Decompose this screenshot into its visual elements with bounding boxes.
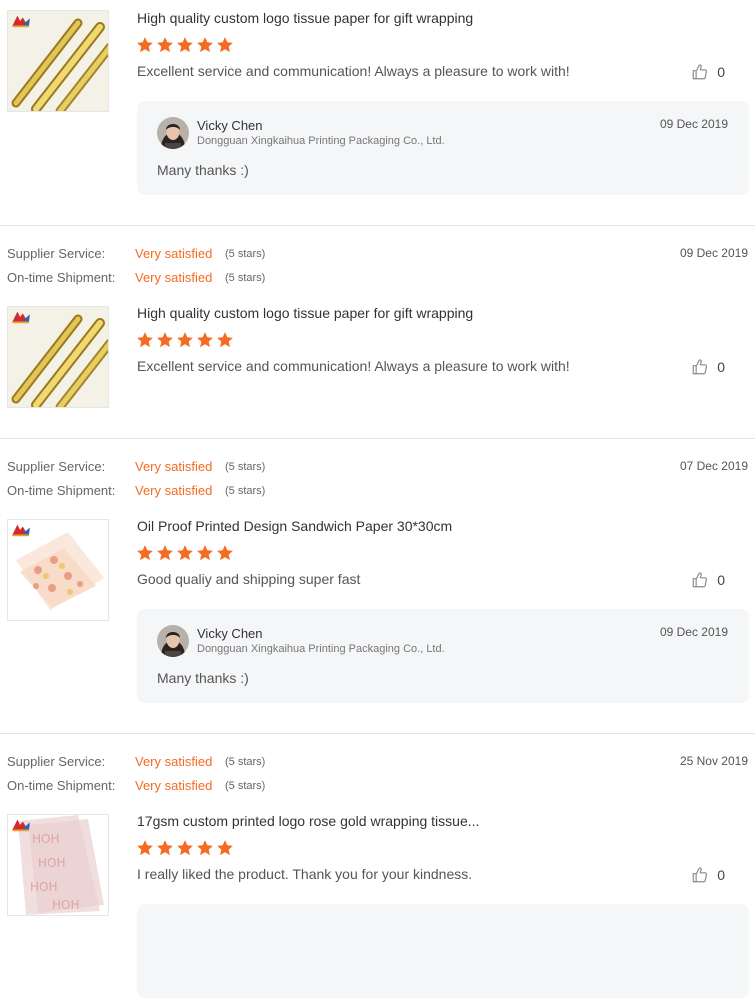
star-icon [136,839,154,857]
star-icon [216,331,234,349]
rating-label: Supplier Service: [7,459,106,474]
product-title[interactable]: Oil Proof Printed Design Sandwich Paper … [137,518,452,534]
star-icon [156,839,174,857]
supplier-logo-icon [10,522,32,538]
product-thumbnail[interactable] [7,814,109,916]
star-icon [136,36,154,54]
review-comment: Good qualiy and shipping super fast [137,571,361,587]
review-item: Supplier Service: Very satisfied (5 star… [0,244,755,439]
rating-label: On-time Shipment: [7,778,116,793]
star-icon [156,331,174,349]
rating-value: Very satisfied [135,270,213,285]
avatar [157,625,189,657]
star-icon [176,544,194,562]
supplier-logo-icon [10,13,32,29]
reply-text: Many thanks :) [157,162,249,178]
thumbs-up-icon [691,63,709,81]
thumbs-up-icon [691,866,709,884]
review-comment: Excellent service and communication! Alw… [137,63,570,79]
star-rating [136,331,234,349]
review-comment: Excellent service and communication! Alw… [137,358,570,374]
star-icon [176,36,194,54]
review-item: High quality custom logo tissue paper fo… [0,0,755,226]
star-icon [196,36,214,54]
supplier-reply [137,904,749,998]
product-title[interactable]: High quality custom logo tissue paper fo… [137,305,473,321]
reply-date: 09 Dec 2019 [659,625,728,639]
rating-value: Very satisfied [135,778,213,793]
divider [0,225,755,226]
reply-company: Dongguan Xingkaihua Printing Packaging C… [197,643,445,655]
reply-date: 09 Dec 2019 [659,117,728,131]
like-count: 0 [717,867,725,883]
review-date: 25 Nov 2019 [679,754,748,768]
like-button[interactable]: 0 [691,357,725,377]
star-icon [176,331,194,349]
rating-value: Very satisfied [135,246,213,261]
avatar [157,117,189,149]
star-icon [156,544,174,562]
reply-author-name: Vicky Chen [197,626,263,641]
supplier-logo-icon [10,309,32,325]
divider [0,733,755,734]
rating-label: Supplier Service: [7,754,106,769]
rating-stars-text: (5 stars) [225,485,266,497]
product-thumbnail[interactable] [7,10,109,112]
rating-stars-text: (5 stars) [225,248,266,260]
rating-value: Very satisfied [135,754,213,769]
rating-stars-text: (5 stars) [225,272,266,284]
like-count: 0 [717,64,725,80]
reply-author-name: Vicky Chen [197,118,263,133]
product-thumbnail[interactable] [7,306,109,408]
rating-label: On-time Shipment: [7,270,116,285]
star-icon [156,36,174,54]
review-date: 09 Dec 2019 [679,246,748,260]
star-icon [216,544,234,562]
star-icon [196,839,214,857]
star-icon [136,544,154,562]
rating-value: Very satisfied [135,483,213,498]
reply-text: Many thanks :) [157,670,249,686]
rating-label: Supplier Service: [7,246,106,261]
like-count: 0 [717,572,725,588]
star-icon [196,544,214,562]
supplier-reply: Vicky Chen Dongguan Xingkaihua Printing … [137,101,749,195]
rating-stars-text: (5 stars) [225,461,266,473]
like-count: 0 [717,359,725,375]
product-title[interactable]: 17gsm custom printed logo rose gold wrap… [137,813,479,829]
rating-stars-text: (5 stars) [225,780,266,792]
star-icon [176,839,194,857]
rating-stars-text: (5 stars) [225,756,266,768]
like-button[interactable]: 0 [691,570,725,590]
review-comment: I really liked the product. Thank you fo… [137,866,473,882]
star-icon [216,839,234,857]
supplier-reply: Vicky Chen Dongguan Xingkaihua Printing … [137,609,749,703]
star-rating [136,839,234,857]
thumbs-up-icon [691,358,709,376]
rating-value: Very satisfied [135,459,213,474]
divider [0,438,755,439]
product-title[interactable]: High quality custom logo tissue paper fo… [137,10,473,26]
review-item: Supplier Service: Very satisfied (5 star… [0,752,755,998]
review-date: 07 Dec 2019 [679,459,748,473]
thumbs-up-icon [691,571,709,589]
rating-label: On-time Shipment: [7,483,116,498]
like-button[interactable]: 0 [691,865,725,885]
like-button[interactable]: 0 [691,62,725,82]
star-icon [216,36,234,54]
review-item: Supplier Service: Very satisfied (5 star… [0,457,755,733]
star-rating [136,544,234,562]
supplier-logo-icon [10,817,32,833]
star-icon [136,331,154,349]
product-thumbnail[interactable] [7,519,109,621]
star-rating [136,36,234,54]
reply-company: Dongguan Xingkaihua Printing Packaging C… [197,135,445,147]
star-icon [196,331,214,349]
